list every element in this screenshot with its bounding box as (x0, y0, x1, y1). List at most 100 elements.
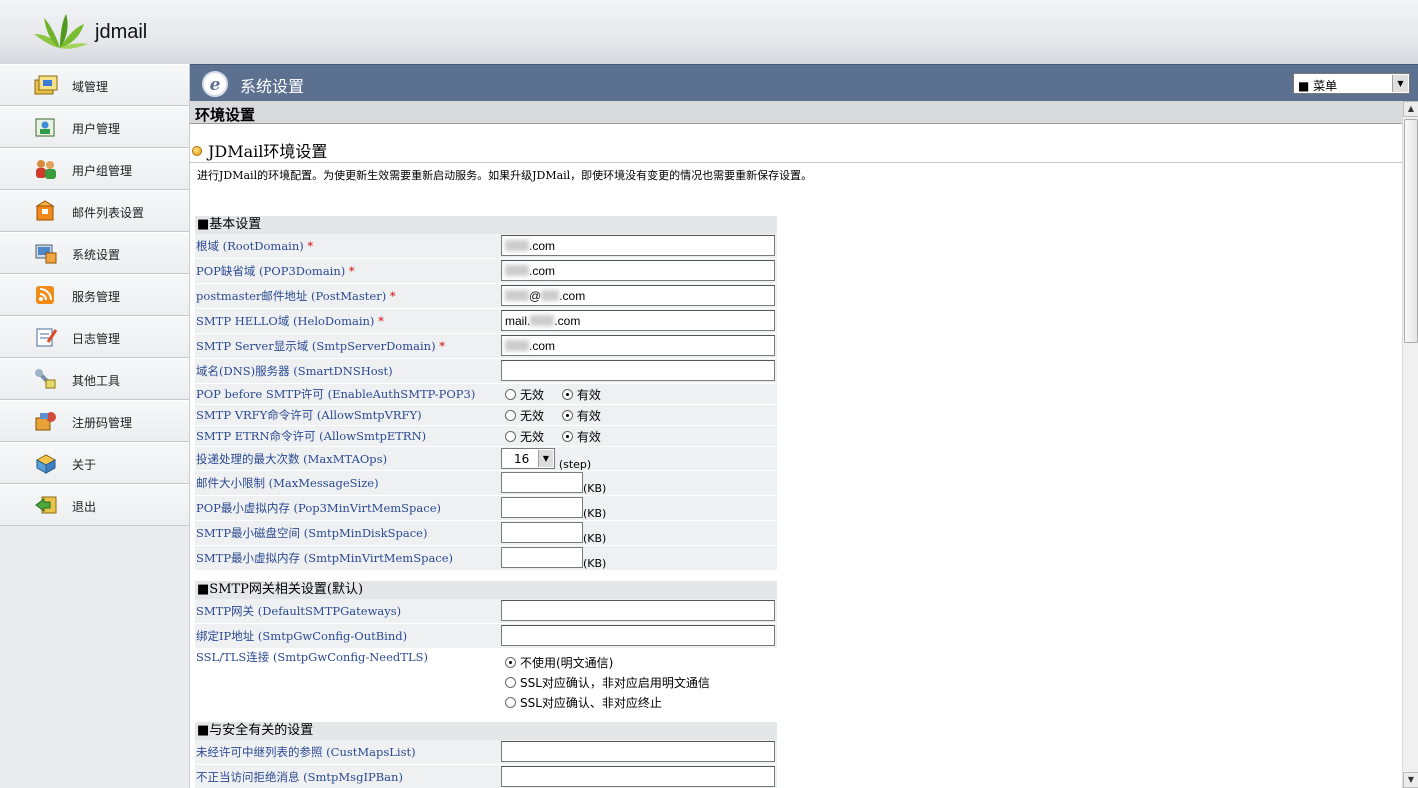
sidebar-item-mailing-list[interactable]: 邮件列表设置 (0, 190, 189, 232)
radio-on[interactable] (561, 389, 573, 400)
dns-input[interactable] (501, 360, 775, 381)
max-mta-select[interactable]: 16 ▼ (501, 448, 555, 469)
pop-before-smtp-on-option[interactable]: 有效 (561, 388, 601, 402)
user-icon (35, 118, 55, 137)
radio-on[interactable] (561, 431, 573, 442)
scroll-up-icon[interactable]: ▲ (1403, 101, 1418, 117)
redacted-text (541, 290, 560, 301)
domain-icon (34, 75, 58, 95)
chevron-down-icon[interactable]: ▼ (538, 450, 553, 467)
helo-domain-input[interactable]: mail. .com (501, 310, 775, 331)
vrfy-on-option[interactable]: 有效 (561, 409, 601, 423)
sidebar-item-logs[interactable]: 日志管理 (0, 316, 189, 358)
sidebar-item-users[interactable]: 用户管理 (0, 106, 189, 148)
smtp-disk-unit: (KB) (583, 532, 607, 545)
redacted-text (505, 240, 529, 251)
outbind-label: 绑定IP地址 (SmtpGwConfig-OutBind) (196, 629, 408, 643)
max-mta-label: 投递处理的最大次数 (MaxMTAOps) (196, 452, 388, 466)
root-domain-label-text: 根域 (RootDomain) (196, 239, 304, 253)
pop3-domain-input[interactable]: .com (501, 260, 775, 281)
option-label: 不使用(明文通信) (520, 656, 614, 670)
sidebar-item-logout[interactable]: 退出 (0, 484, 189, 526)
smtp-mem-input[interactable] (501, 547, 583, 568)
sidebar-item-label: 其他工具 (72, 374, 121, 388)
radio-off[interactable] (505, 389, 516, 400)
outbind-input[interactable] (501, 625, 775, 646)
sidebar-item-tools[interactable]: 其他工具 (0, 358, 189, 400)
group-security-title: ■与安全有关的设置 (195, 722, 777, 740)
sidebar-item-user-groups[interactable]: 用户组管理 (0, 148, 189, 190)
ip-ban-input[interactable] (501, 766, 775, 787)
sidebar-item-label: 退出 (72, 500, 97, 514)
row-pop3-mem: POP最小虚拟内存 (Pop3MinVirtMemSpace) (KB) (195, 496, 777, 521)
smtp-mem-label: SMTP最小虚拟内存 (SmtpMinVirtMemSpace) (196, 551, 454, 565)
radio-off[interactable] (505, 697, 516, 708)
option-label: 无效 (520, 430, 545, 444)
gateways-input[interactable] (501, 600, 775, 621)
vertical-scrollbar[interactable]: ▲ ▼ (1402, 101, 1418, 788)
redacted-text (505, 340, 529, 351)
scroll-thumb[interactable] (1404, 119, 1418, 343)
pop3-mem-input[interactable] (501, 497, 583, 518)
sidebar-item-label: 服务管理 (72, 290, 121, 304)
log-icon (36, 328, 58, 347)
settings-form: ■基本设置 根域 (RootDomain) * .com POP缺省域 (POP… (195, 216, 777, 788)
settings-e-icon: e (202, 71, 228, 97)
radio-on[interactable] (505, 657, 516, 668)
required-mark: * (307, 239, 314, 253)
menu-select[interactable]: ■ 菜单 ▼ (1293, 73, 1410, 94)
tls-option-fallback[interactable]: SSL对应确认，非对应启用明文通信 (505, 673, 710, 693)
row-dns: 域名(DNS)服务器 (SmartDNSHost) (195, 359, 777, 384)
row-tls: SSL/TLS连接 (SmtpGwConfig-NeedTLS) 不使用(明文通… (195, 649, 777, 712)
sidebar-item-label: 系统设置 (72, 248, 121, 262)
option-label: 无效 (520, 409, 545, 423)
vrfy-off-option[interactable]: 无效 (505, 409, 544, 423)
pop-before-smtp-off-option[interactable]: 无效 (505, 388, 544, 402)
tls-label: SSL/TLS连接 (SmtpGwConfig-NeedTLS) (196, 650, 428, 664)
logout-icon (35, 496, 57, 514)
row-pop3-domain: POP缺省域 (POP3Domain) * .com (195, 259, 777, 284)
smtp-server-domain-label-text: SMTP Server显示域 (SmtpServerDomain) (196, 339, 436, 353)
row-ip-ban: 不正当访问拒绝消息 (SmtpMsgIPBan) (195, 765, 777, 788)
sidebar-item-system-settings[interactable]: 系统设置 (0, 232, 189, 274)
main-content: 环境设置 JDMail环境设置 进行JDMail的环境配置。为使更新生效需要重新… (190, 101, 1402, 788)
radio-off[interactable] (505, 431, 516, 442)
radio-off[interactable] (505, 410, 516, 421)
etrn-on-option[interactable]: 有效 (561, 430, 601, 444)
tls-option-plain[interactable]: 不使用(明文通信) (505, 653, 710, 673)
root-domain-label: 根域 (RootDomain) * (196, 238, 313, 254)
smtp-server-domain-input-value: .com (529, 339, 556, 353)
user-group-icon (36, 160, 56, 179)
helo-domain-label: SMTP HELLO域 (HeloDomain) * (196, 313, 384, 329)
radio-on[interactable] (561, 410, 573, 421)
sidebar-item-license[interactable]: 注册码管理 (0, 400, 189, 442)
root-domain-input[interactable]: .com (501, 235, 775, 256)
max-msg-input[interactable] (501, 472, 583, 493)
chevron-down-icon[interactable]: ▼ (1392, 75, 1408, 92)
redacted-text (505, 265, 529, 276)
pop3-domain-label-text: POP缺省域 (POP3Domain) (196, 264, 346, 278)
cust-maps-input[interactable] (501, 741, 775, 762)
max-msg-unit: (KB) (583, 482, 607, 495)
tls-option-terminate[interactable]: SSL对应确认、非对应终止 (505, 693, 710, 713)
radio-off[interactable] (505, 677, 516, 688)
menu-select-value: ■ 菜单 (1298, 79, 1338, 93)
redacted-text (505, 290, 529, 301)
option-label: SSL对应确认，非对应启用明文通信 (520, 676, 710, 690)
row-helo-domain: SMTP HELLO域 (HeloDomain) * mail. .com (195, 309, 777, 334)
row-smtp-disk: SMTP最小磁盘空间 (SmtpMinDiskSpace) (KB) (195, 521, 777, 546)
smtp-disk-input[interactable] (501, 522, 583, 543)
gateways-label: SMTP网关 (DefaultSMTPGateways) (196, 604, 402, 618)
smtp-server-domain-input[interactable]: .com (501, 335, 775, 356)
sidebar-item-about[interactable]: 关于 (0, 442, 189, 484)
scroll-down-icon[interactable]: ▼ (1403, 772, 1418, 788)
sidebar-item-domain[interactable]: 域管理 (0, 64, 189, 106)
vrfy-label: SMTP VRFY命令许可 (AllowSmtpVRFY) (196, 408, 422, 422)
postmaster-input[interactable]: @ .com (501, 285, 775, 306)
tools-icon (35, 369, 56, 389)
redacted-text (530, 315, 555, 326)
etrn-off-option[interactable]: 无效 (505, 430, 544, 444)
option-label: 有效 (576, 430, 601, 444)
sidebar-item-services[interactable]: 服务管理 (0, 274, 189, 316)
helo-domain-input-value: .com (554, 314, 581, 328)
